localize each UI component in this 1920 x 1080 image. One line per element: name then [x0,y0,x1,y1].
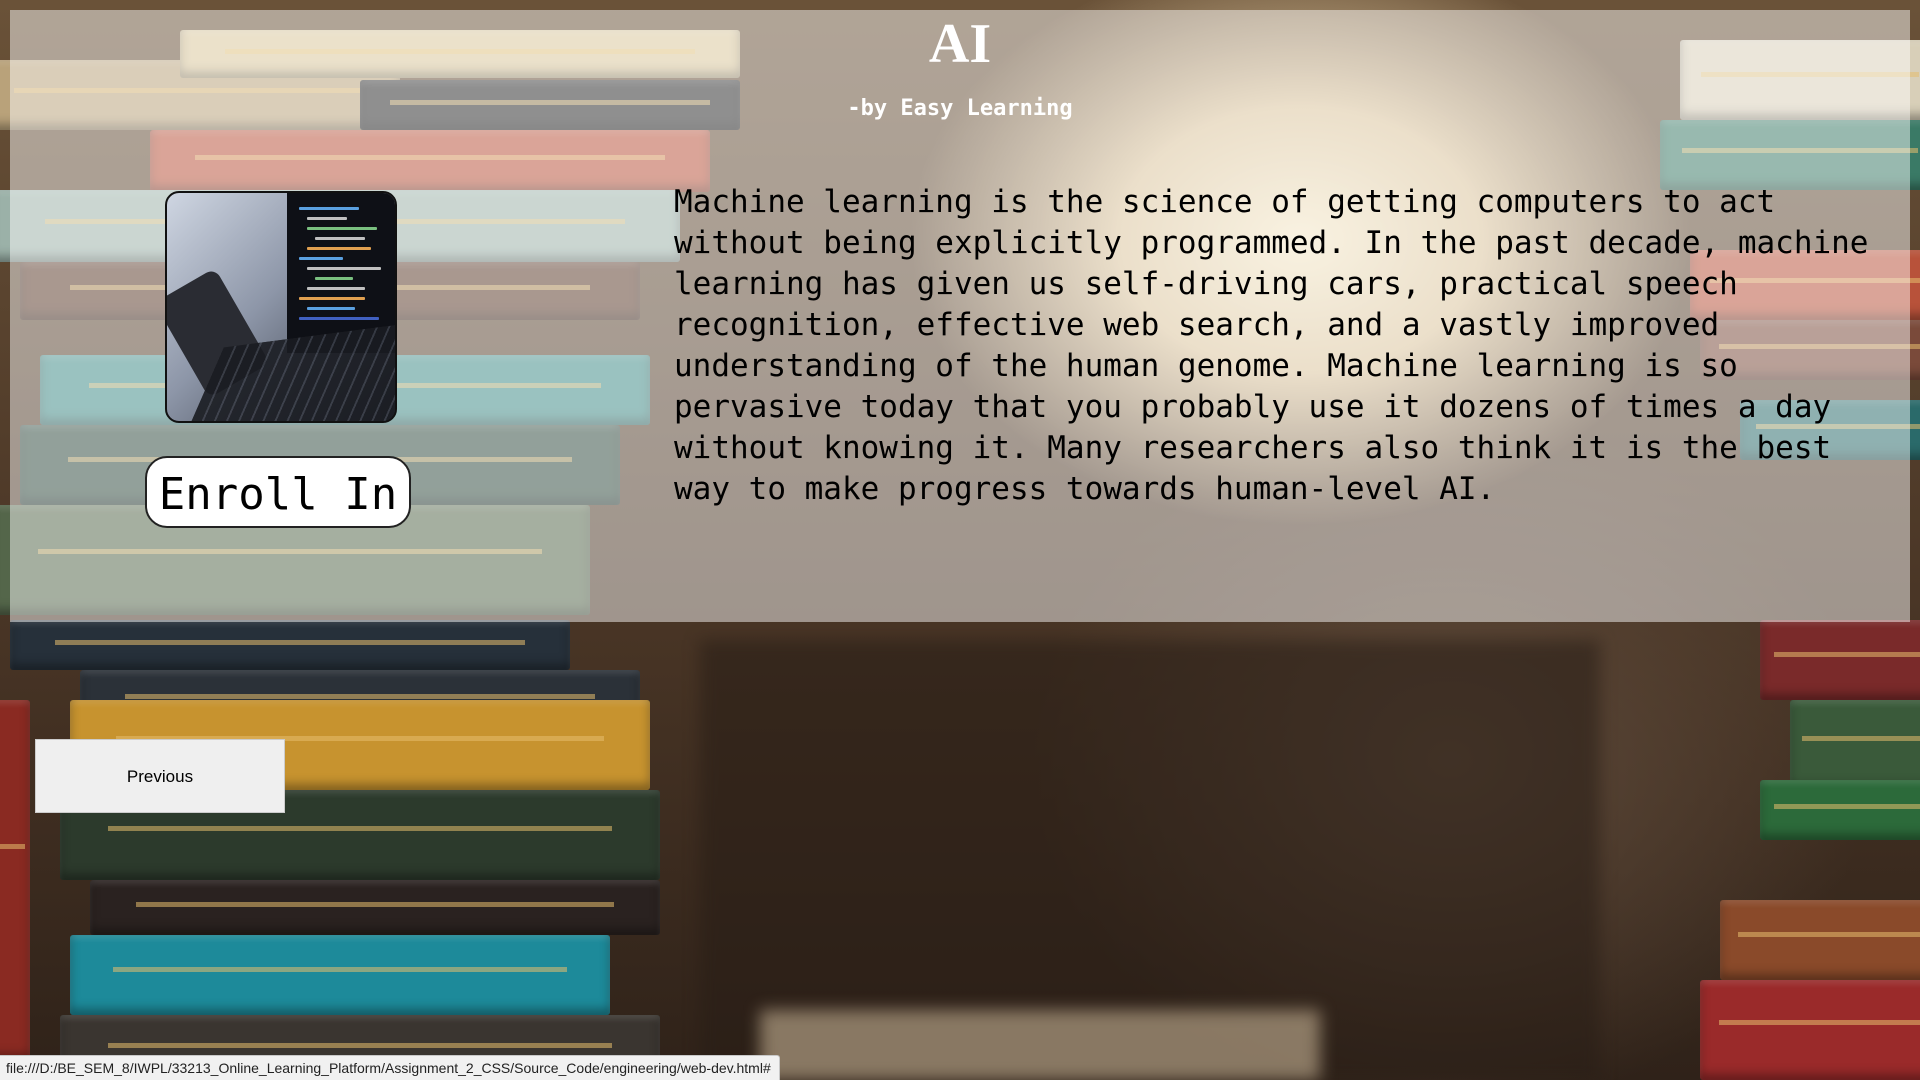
enroll-button[interactable]: Enroll In [145,456,411,528]
status-bar-url: file:///D:/BE_SEM_8/IWPL/33213_Online_Le… [0,1055,780,1080]
course-description: Machine learning is the science of getti… [674,184,1869,507]
course-title: AI [928,13,992,75]
course-byline: -by Easy Learning [847,96,1073,121]
course-thumbnail [165,191,397,423]
previous-button[interactable]: Previous [35,739,285,813]
